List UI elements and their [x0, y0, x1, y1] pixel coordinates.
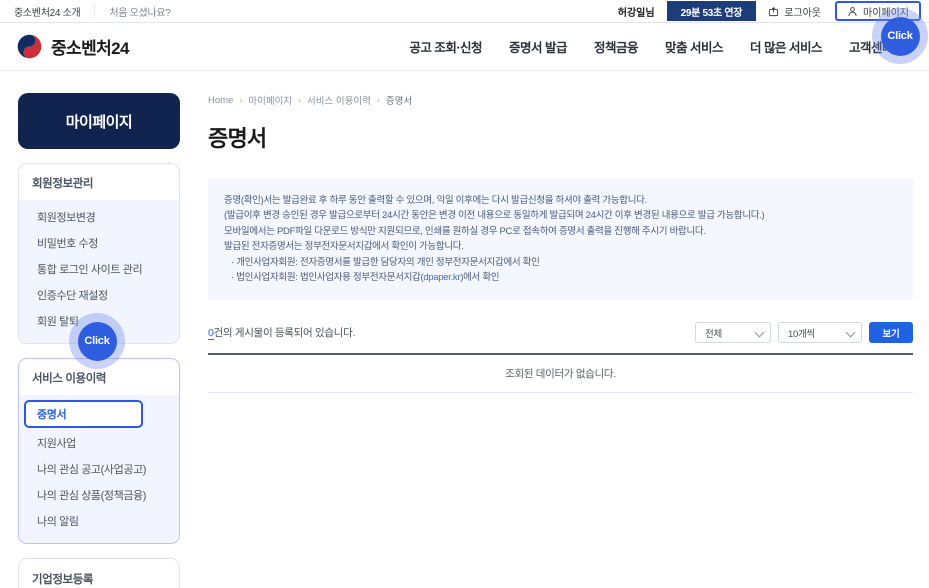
- list-toolbar: 0건의 게시물이 등록되어 있습니다. 전체 10개씩 보기: [208, 322, 913, 343]
- intro-link[interactable]: 중소벤처24 소개: [0, 0, 94, 22]
- nav-item-custom-service[interactable]: 맞춤 서비스: [665, 37, 723, 56]
- breadcrumb-separator-icon: ›: [298, 95, 301, 105]
- notice-line: (발급이후 변경 승인된 경우 발급으로부터 24시간 동안은 변경 이전 내용…: [224, 208, 897, 223]
- sidebar-section-heading: 서비스 이용이력: [19, 359, 179, 395]
- utility-bar-left: 중소벤처24 소개 처음 오셨나요?: [0, 0, 185, 22]
- sidebar-item-sso-site-manage[interactable]: 통합 로그인 사이트 관리: [19, 256, 179, 282]
- utility-bar-right: 허강일님 29분 53초 연장 로그아웃 마이페이: [606, 0, 929, 22]
- results-table: 조회된 데이터가 없습니다.: [208, 353, 913, 393]
- sidebar-section-member-info: 회원정보관리 회원정보변경 비밀번호 수정 통합 로그인 사이트 관리 인증수단…: [18, 163, 180, 344]
- sidebar-item-member-info-change[interactable]: 회원정보변경: [19, 204, 179, 230]
- global-nav: 공고 조회·신청 증명서 발급 정책금융 맞춤 서비스 더 많은 서비스 고객센…: [409, 37, 911, 56]
- breadcrumb-separator-icon: ›: [377, 95, 380, 105]
- main-content: Home › 마이페이지 › 서비스 이용이력 › 증명서 증명서 증명(확인)…: [180, 93, 913, 588]
- brand-name: 중소벤처24: [51, 34, 129, 59]
- first-visit-link[interactable]: 처음 오셨나요?: [95, 0, 184, 22]
- mypage-button[interactable]: 마이페이지: [835, 1, 921, 21]
- user-name-label: 허강일님: [606, 0, 667, 22]
- nav-item-policy-finance[interactable]: 정책금융: [594, 37, 638, 56]
- chevron-down-icon: [846, 327, 856, 337]
- sidebar-section-heading: 회원정보관리: [19, 164, 179, 200]
- sidebar-section-list: 증명서 지원사업 나의 관심 공고(사업공고) 나의 관심 상품(정책금융) 나…: [19, 395, 179, 543]
- sidebar-item-company-registration[interactable]: 기업정보등록: [18, 558, 180, 588]
- site-header: 중소벤처24 공고 조회·신청 증명서 발급 정책금융 맞춤 서비스 더 많은 …: [0, 23, 929, 71]
- page-size-select[interactable]: 10개씩: [778, 322, 862, 343]
- empty-state-message: 조회된 데이터가 없습니다.: [208, 355, 913, 393]
- filter-select[interactable]: 전체: [695, 322, 771, 343]
- notice-sub-line-prefix: · 법인사업자회원: 법인사업자용 정부전자문서지갑(: [231, 272, 423, 283]
- utility-bar: 중소벤처24 소개 처음 오셨나요? 허강일님 29분 53초 연장 로그아웃: [0, 0, 929, 23]
- breadcrumb-service-history[interactable]: 서비스 이용이력: [307, 93, 371, 107]
- nav-item-certificates[interactable]: 증명서 발급: [509, 37, 567, 56]
- sidebar-section-list: 회원정보변경 비밀번호 수정 통합 로그인 사이트 관리 인증수단 재설정 회원…: [19, 200, 179, 343]
- sidebar-item-withdraw[interactable]: 회원 탈퇴: [19, 308, 179, 334]
- sidebar-item-interest-notice[interactable]: 나의 관심 공고(사업공고): [19, 456, 179, 482]
- sidebar-item-password-change[interactable]: 비밀번호 수정: [19, 230, 179, 256]
- sidebar-item-auth-reset[interactable]: 인증수단 재설정: [19, 282, 179, 308]
- notice-line: 증명(확인)서는 발급완료 후 하루 동안 출력할 수 있으며, 익일 이후에는…: [224, 193, 897, 208]
- logout-button[interactable]: 로그아웃: [756, 0, 833, 22]
- mypage-label: 마이페이지: [863, 4, 909, 19]
- notice-box: 증명(확인)서는 발급완료 후 하루 동안 출력할 수 있으며, 익일 이후에는…: [208, 179, 913, 300]
- sidebar-section-service-history: 서비스 이용이력 증명서 지원사업 나의 관심 공고(사업공고) 나의 관심 상…: [18, 358, 180, 544]
- user-icon: [847, 6, 858, 17]
- breadcrumb-current: 증명서: [386, 93, 412, 107]
- chevron-down-icon: [755, 327, 765, 337]
- notice-sub-line-suffix: )에서 확인: [460, 272, 499, 283]
- dpaper-link[interactable]: dpaper.kr: [423, 272, 460, 283]
- brand-logo[interactable]: 중소벤처24: [16, 33, 129, 60]
- taeguk-logo-icon: [16, 33, 43, 60]
- nav-item-customer-center[interactable]: 고객센터: [849, 37, 893, 56]
- breadcrumb-separator-icon: ›: [239, 95, 242, 105]
- breadcrumb: Home › 마이페이지 › 서비스 이용이력 › 증명서: [208, 93, 913, 107]
- sidebar-item-support-project[interactable]: 지원사업: [19, 430, 179, 456]
- filter-select-value: 전체: [705, 326, 722, 340]
- notice-sub-line-with-link: · 법인사업자회원: 법인사업자용 정부전자문서지갑(dpaper.kr)에서 …: [224, 270, 897, 285]
- view-button[interactable]: 보기: [869, 322, 913, 343]
- sidebar-item-my-alerts[interactable]: 나의 알림: [19, 508, 179, 534]
- logout-icon: [768, 6, 779, 17]
- result-count-suffix: 건의 게시물이 등록되어 있습니다.: [214, 327, 356, 339]
- body-wrapper: 마이페이지 회원정보관리 회원정보변경 비밀번호 수정 통합 로그인 사이트 관…: [0, 71, 929, 588]
- nav-item-more-services[interactable]: 더 많은 서비스: [750, 37, 822, 56]
- sidebar-item-certificate[interactable]: 증명서: [24, 400, 143, 428]
- sidebar-item-interest-product[interactable]: 나의 관심 상품(정책금융): [19, 482, 179, 508]
- list-controls: 전체 10개씩 보기: [695, 322, 913, 343]
- notice-line: 모바일에서는 PDF파일 다운로드 방식만 지원되므로, 인쇄를 원하실 경우 …: [224, 224, 897, 239]
- utility-spacer: [185, 0, 606, 22]
- logout-label: 로그아웃: [784, 4, 821, 19]
- result-count: 0건의 게시물이 등록되어 있습니다.: [208, 325, 355, 340]
- notice-sub-line: · 개인사업자회원: 전자증명서를 발급한 담당자의 개인 정부전자문서지갑에서…: [224, 255, 897, 270]
- page-root: 중소벤처24 소개 처음 오셨나요? 허강일님 29분 53초 연장 로그아웃: [0, 0, 929, 588]
- notice-line: 발급된 전자증명서는 정부전자문서지갑에서 확인이 가능합니다.: [224, 239, 897, 254]
- sidebar-title: 마이페이지: [18, 93, 180, 149]
- page-size-select-value: 10개씩: [788, 326, 815, 340]
- page-title: 증명서: [208, 121, 913, 153]
- session-extend-button[interactable]: 29분 53초 연장: [667, 1, 757, 21]
- nav-item-notices[interactable]: 공고 조회·신청: [409, 37, 482, 56]
- sidebar: 마이페이지 회원정보관리 회원정보변경 비밀번호 수정 통합 로그인 사이트 관…: [18, 93, 180, 588]
- breadcrumb-home[interactable]: Home: [208, 95, 233, 106]
- breadcrumb-mypage[interactable]: 마이페이지: [248, 93, 292, 107]
